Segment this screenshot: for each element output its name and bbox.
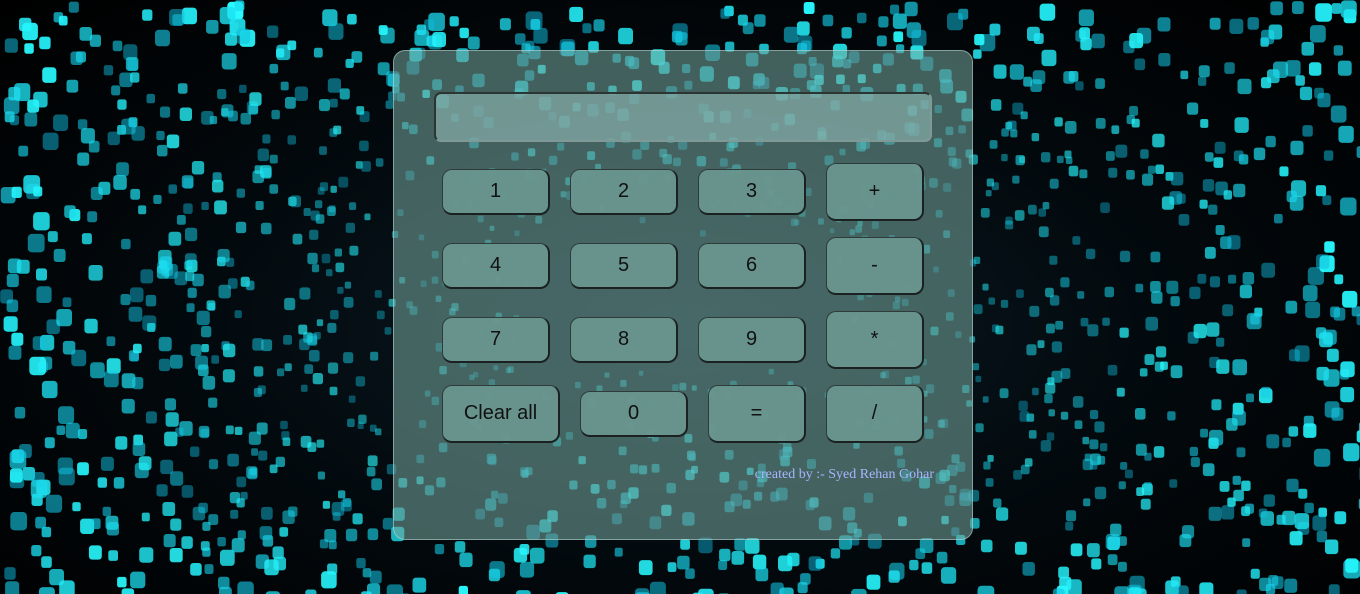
button-multiply[interactable]: *	[826, 311, 924, 369]
button-7[interactable]: 7	[442, 317, 550, 363]
button-5[interactable]: 5	[570, 243, 678, 289]
equals-button[interactable]: =	[708, 385, 806, 443]
button-9[interactable]: 9	[698, 317, 806, 363]
button-8[interactable]: 8	[570, 317, 678, 363]
button-3[interactable]: 3	[698, 169, 806, 215]
button-divide[interactable]: /	[826, 385, 924, 443]
button-plus[interactable]: +	[826, 163, 924, 221]
clear-all-button[interactable]: Clear all	[442, 385, 560, 443]
button-2[interactable]: 2	[570, 169, 678, 215]
button-6[interactable]: 6	[698, 243, 806, 289]
button-4[interactable]: 4	[442, 243, 550, 289]
calculator-display[interactable]	[434, 92, 932, 142]
button-minus[interactable]: -	[826, 237, 924, 295]
button-0[interactable]: 0	[580, 391, 688, 437]
calculator-panel: 1 2 3 + 4 5 6 - 7 8 9 * Clear all 0 = / …	[393, 50, 973, 540]
author-credit: created by :- Syed Rehan Gohar	[754, 467, 934, 482]
button-1[interactable]: 1	[442, 169, 550, 215]
